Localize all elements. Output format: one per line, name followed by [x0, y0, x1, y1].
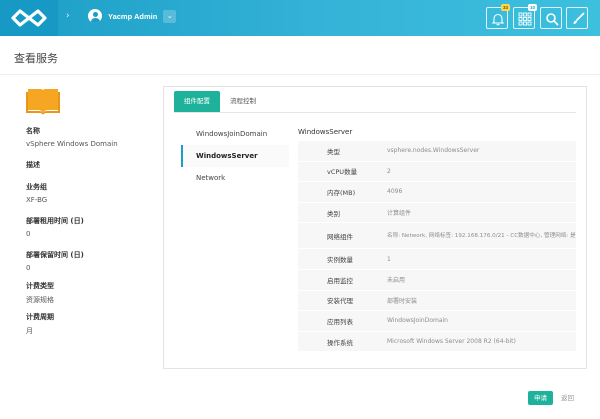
- component-detail: WindowsServer 类型 vsphere.nodes.WindowsSer…: [298, 123, 576, 353]
- brush-icon: [573, 12, 585, 24]
- infinity-logo-icon: [11, 9, 47, 27]
- service-info: 名称 vSphere Windows Domain 描述 业务组 XF-BG 部署租…: [26, 126, 156, 342]
- field-lease-time: 部署租用时间 (日) 0: [26, 217, 84, 238]
- service-icon: [26, 86, 60, 118]
- detail-row: 类别 计算组件: [298, 202, 576, 224]
- component-item[interactable]: WindowsJoinDomain: [181, 123, 289, 145]
- detail-row: 实例数量 1: [298, 249, 576, 270]
- detail-row: 操作系统 Microsoft Windows Server 2008 R2 (64…: [298, 331, 576, 353]
- config-panel: 组件配置 流程控制 WindowsJoinDomain WindowsServe…: [163, 86, 587, 369]
- component-list: WindowsJoinDomain WindowsServer Network: [181, 123, 289, 189]
- title-divider: [0, 74, 600, 75]
- panel-tabs: 组件配置 流程控制: [174, 91, 266, 113]
- field-business-group: 业务组 XF-BG: [26, 183, 48, 204]
- component-item-selected[interactable]: WindowsServer: [181, 145, 289, 167]
- notification-count-badge: 33: [500, 4, 510, 11]
- component-item[interactable]: Network: [181, 167, 289, 189]
- theme-button[interactable]: [566, 7, 588, 29]
- page-title: 查看服务: [14, 52, 58, 65]
- tasks-button[interactable]: 10: [513, 4, 537, 29]
- top-navbar: › Yacmp Admin ⌄ 33 10: [0, 0, 600, 36]
- field-description: 描述: [26, 161, 40, 169]
- caret-down-icon[interactable]: ⌄: [163, 9, 177, 23]
- detail-row: 内存(MB) 4096: [298, 182, 576, 203]
- detail-row: 网络组件 名称: Network, 网络标签: 192.168.176.0/21 …: [298, 223, 576, 250]
- detail-row: vCPU数量 2: [298, 161, 576, 183]
- field-name: 名称 vSphere Windows Domain: [26, 127, 118, 148]
- book-icon: [26, 89, 60, 115]
- notifications-button[interactable]: 33: [486, 4, 510, 29]
- search-button[interactable]: [540, 7, 562, 29]
- tab-process-control[interactable]: 流程控制: [220, 91, 266, 112]
- bell-icon: [491, 13, 505, 26]
- detail-title: WindowsServer: [298, 128, 353, 136]
- field-retain-time: 部署保留时间 (日) 0: [26, 251, 84, 272]
- user-avatar-icon: [88, 9, 102, 23]
- user-name[interactable]: Yacmp Admin: [108, 12, 157, 21]
- chevron-right-icon[interactable]: ›: [66, 11, 70, 21]
- task-count-badge: 10: [527, 4, 537, 11]
- tabs-divider: [174, 112, 576, 113]
- tab-component-config[interactable]: 组件配置: [174, 91, 220, 112]
- user-menu[interactable]: Yacmp Admin ⌄: [88, 9, 177, 23]
- field-billing-cycle: 计费周期月: [26, 313, 54, 335]
- detail-row: 启用监控 未启用: [298, 269, 576, 291]
- search-icon: [546, 13, 559, 26]
- apply-button[interactable]: 申请: [528, 391, 553, 405]
- detail-row: 应用列表 WindowsJoinDomain: [298, 311, 576, 332]
- detail-row: 安装代理 部署时安装: [298, 290, 576, 312]
- app-logo[interactable]: [0, 0, 58, 36]
- field-billing-type: 计费类型 资源规格: [26, 282, 54, 304]
- grid-icon: [518, 12, 532, 26]
- detail-row: 类型 vsphere.nodes.WindowsServer: [298, 141, 576, 162]
- back-link[interactable]: 返回: [561, 391, 574, 405]
